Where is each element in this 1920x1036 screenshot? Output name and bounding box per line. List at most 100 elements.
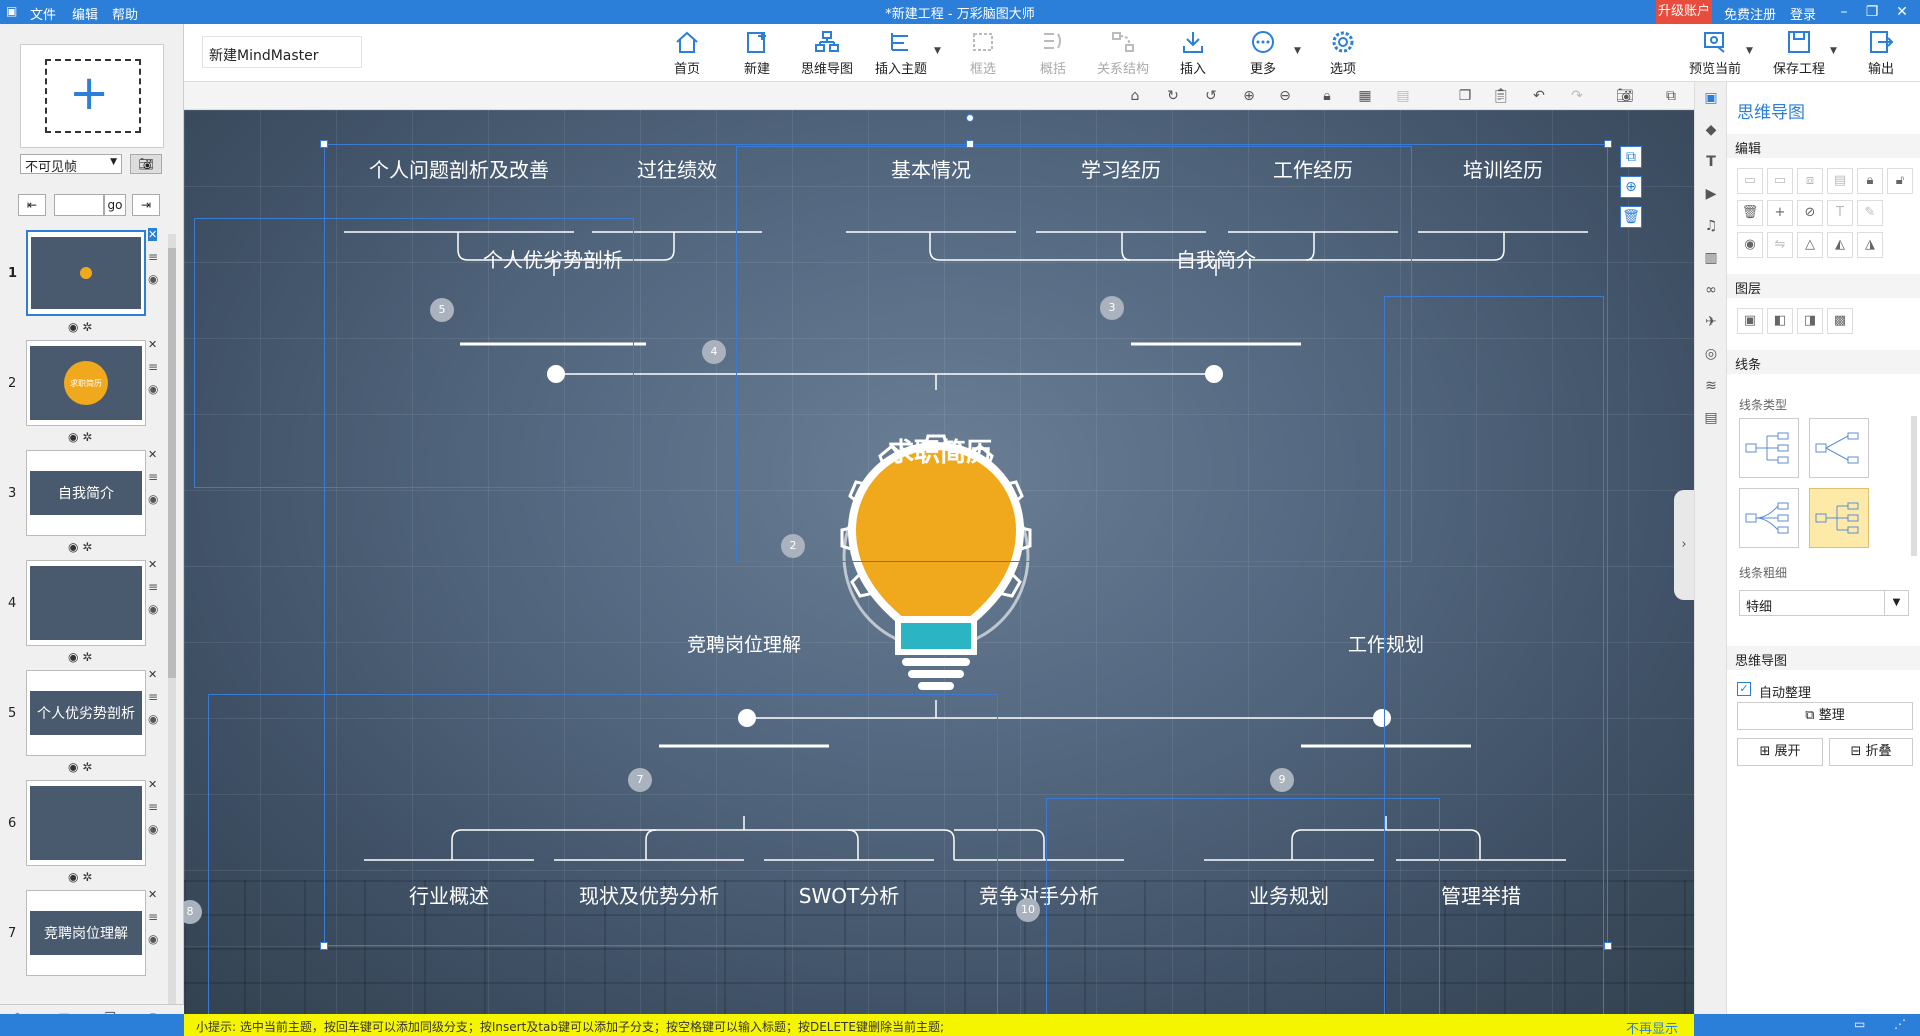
mindmap-canvas[interactable]: 求职简历 个人优劣势剖析 自我简介 竞聘岗位理解 工作规划 个人问题剖析及改善 … (184, 110, 1694, 1014)
options-button[interactable]: 选项 (1308, 30, 1378, 77)
insert-topic-dropdown-icon[interactable]: ▼ (934, 46, 941, 56)
slide-play-icon[interactable]: ◉ ✲ (68, 650, 92, 664)
menu-file[interactable]: 文件 (30, 4, 56, 23)
page-input[interactable] (54, 194, 104, 216)
slide-visible-icon[interactable]: ◉ (148, 272, 158, 286)
export-button[interactable]: 输出 (1846, 30, 1916, 77)
close-icon[interactable]: ✕ (1890, 2, 1914, 22)
delete-slide-icon[interactable]: ✕ (148, 778, 157, 791)
slide-visible-icon[interactable]: ◉ (148, 602, 158, 616)
last-page-icon[interactable]: ⇥ (132, 194, 160, 216)
line-style-option[interactable] (1739, 488, 1799, 548)
send-backward-icon[interactable]: ◨ (1797, 308, 1823, 334)
register-link[interactable]: 免费注册 (1724, 4, 1776, 23)
video-icon[interactable]: ▶ (1702, 186, 1720, 204)
mirror-icon[interactable]: ◭ (1827, 232, 1853, 258)
delete-slide-icon[interactable]: ✕ (148, 668, 157, 681)
delete-slide-icon[interactable]: ✕ (148, 558, 157, 571)
go-button[interactable]: go (104, 194, 126, 216)
lock-icon[interactable]: 🔒︎ (1857, 168, 1883, 194)
preview-dropdown-icon[interactable]: ▼ (1746, 46, 1753, 56)
slide-play-icon[interactable]: ◉ ✲ (68, 540, 92, 554)
grid-icon[interactable]: ▦ (1356, 87, 1374, 105)
home-button[interactable]: 首页 (652, 30, 722, 77)
copy-icon[interactable]: ❐ (1456, 87, 1474, 105)
dont-show-again-link[interactable]: 不再显示 (1626, 1018, 1678, 1036)
frame-settings-icon[interactable]: ⧉ (1620, 146, 1642, 168)
home-view-icon[interactable]: ⌂ (1126, 87, 1144, 105)
preview-button[interactable]: 预览当前 (1680, 30, 1750, 77)
slide-menu-icon[interactable]: ≡ (148, 910, 158, 924)
add-icon[interactable]: + (1767, 200, 1793, 226)
delete-slide-icon[interactable]: ✕ (148, 228, 158, 241)
insert-topic-button[interactable]: 插入主题 (866, 30, 936, 77)
minimize-icon[interactable]: – (1832, 2, 1856, 22)
scrollbar-thumb[interactable] (168, 248, 176, 678)
slide-menu-icon[interactable]: ≡ (148, 800, 158, 814)
add-frame-icon[interactable]: ⊕ (1620, 176, 1642, 198)
menu-help[interactable]: 帮助 (112, 4, 138, 23)
slide-thumbnail-4[interactable] (26, 560, 146, 646)
slide-thumbnail-3[interactable]: 自我简介 (26, 450, 146, 536)
layers-icon[interactable]: ≋ (1702, 378, 1720, 396)
rotate-left-icon[interactable]: ↺ (1202, 87, 1220, 105)
slides-scrollbar[interactable] (168, 234, 176, 1004)
slide-visible-icon[interactable]: ◉ (148, 932, 158, 946)
auto-arrange-checkbox[interactable]: ✓ (1737, 682, 1751, 696)
unlock-icon[interactable]: 🔓︎ (1887, 168, 1913, 194)
slide-play-icon[interactable]: ◉ ✲ (68, 870, 92, 884)
lock-icon[interactable]: 🔒︎ (1318, 87, 1336, 105)
slide-thumbnail-7[interactable]: 竞聘岗位理解 (26, 890, 146, 976)
resize-handle[interactable] (966, 140, 974, 148)
mindmap-button[interactable]: 思维导图 (792, 30, 862, 77)
paste-icon[interactable]: 📋︎ (1492, 87, 1510, 105)
slide-menu-icon[interactable]: ≡ (148, 470, 158, 484)
image-icon[interactable]: ▣ (1702, 90, 1720, 108)
template-icon[interactable]: ▤ (1702, 410, 1720, 428)
slide-play-icon[interactable]: ◉ ✲ (68, 760, 92, 774)
window-layout-icon[interactable]: ⧉ (1662, 87, 1680, 105)
slide-visible-icon[interactable]: ◉ (148, 712, 158, 726)
menu-edit[interactable]: 编辑 (72, 4, 98, 23)
line-style-option-selected[interactable] (1809, 488, 1869, 548)
line-thickness-select[interactable]: 特细 ▼ (1739, 590, 1909, 616)
slide-thumbnail-6[interactable] (26, 780, 146, 866)
login-link[interactable]: 登录 (1790, 4, 1816, 23)
frame-visibility-select[interactable]: 不可见帧 ▼ (20, 154, 122, 175)
rotate-right-icon[interactable]: ↻ (1164, 87, 1182, 105)
eye-icon[interactable]: ◉ (1737, 232, 1763, 258)
zoom-in-icon[interactable]: ⊕ (1240, 87, 1258, 105)
slide-visible-icon[interactable]: ◉ (148, 382, 158, 396)
slide-visible-icon[interactable]: ◉ (148, 492, 158, 506)
panel-scrollbar[interactable] (1911, 416, 1917, 556)
monitor-icon[interactable]: ▭ (1854, 1017, 1865, 1031)
collapse-button[interactable]: ⊟ 折叠 (1829, 738, 1913, 766)
new-button[interactable]: 新建 (722, 30, 792, 77)
selection-box[interactable] (324, 144, 1608, 946)
delete-slide-icon[interactable]: ✕ (148, 338, 157, 351)
delete-icon[interactable]: 🗑︎ (1737, 200, 1763, 226)
send-back-icon[interactable]: ▩ (1827, 308, 1853, 334)
delete-slide-icon[interactable]: ✕ (148, 888, 157, 901)
slide-visible-icon[interactable]: ◉ (148, 822, 158, 836)
chart-icon[interactable]: ▥ (1702, 250, 1720, 268)
flip-v-icon[interactable]: △ (1797, 232, 1823, 258)
mirror-2-icon[interactable]: ◮ (1857, 232, 1883, 258)
add-slide-button[interactable]: + (20, 44, 164, 148)
plane-icon[interactable]: ✈ (1702, 314, 1720, 332)
resize-grip-icon[interactable]: ⋰ (1894, 1017, 1906, 1031)
shape-icon[interactable]: ◆ (1702, 122, 1720, 140)
slide-menu-icon[interactable]: ≡ (148, 360, 158, 374)
insert-button[interactable]: 插入 (1158, 30, 1228, 77)
slide-thumbnail-5[interactable]: 个人优劣势剖析 (26, 670, 146, 756)
expand-button[interactable]: ⊞ 展开 (1737, 738, 1823, 766)
line-style-option[interactable] (1739, 418, 1799, 478)
slide-thumbnail-1[interactable] (26, 230, 146, 316)
music-icon[interactable]: ♫ (1702, 218, 1720, 236)
save-button[interactable]: 保存工程 (1764, 30, 1834, 77)
more-button[interactable]: 更多 (1228, 30, 1298, 77)
resize-handle[interactable] (1604, 942, 1612, 950)
upgrade-account-button[interactable]: 升级账户 (1656, 0, 1712, 24)
zoom-out-icon[interactable]: ⊖ (1276, 87, 1294, 105)
resize-handle[interactable] (1604, 140, 1612, 148)
